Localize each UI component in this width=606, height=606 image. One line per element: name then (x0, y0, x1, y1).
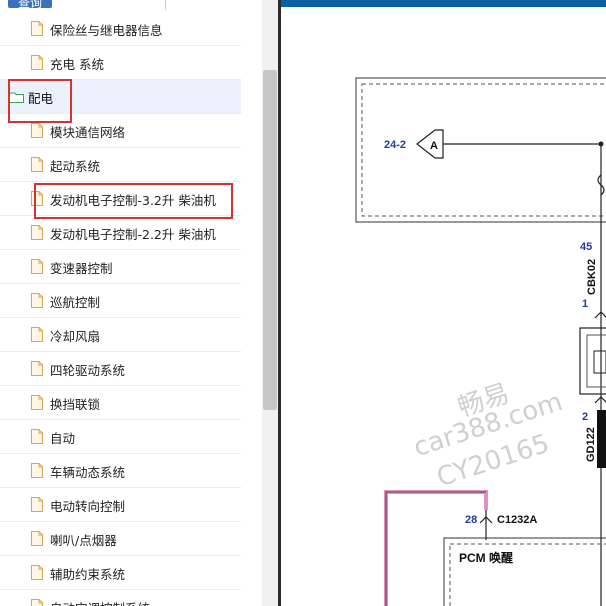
tree-file-item[interactable]: 喇叭/点烟器 (0, 522, 241, 556)
splice-dot (598, 141, 604, 147)
tree-file-item[interactable]: 保险丝与继电器信息 (0, 12, 241, 46)
tree-item-label: 充电 系统 (50, 57, 104, 72)
document-icon (31, 123, 43, 138)
tree-file-item[interactable]: 冷却风扇 (0, 318, 241, 352)
document-icon (31, 21, 43, 36)
component-box (579, 327, 606, 395)
tree-item-label: 自动空调控制系统 (50, 598, 150, 606)
pink-wire (384, 490, 488, 606)
tree-file-item[interactable]: 起动系统 (0, 148, 241, 182)
tree-item-label: 辅助约束系统 (50, 567, 126, 582)
pin-top-label: 45 (580, 241, 592, 253)
tree-item-label: 发动机电子控制-2.2升 柴油机 (50, 227, 216, 242)
tree-item-label: 变速器控制 (50, 261, 113, 276)
tree-file-item[interactable]: 发动机电子控制-2.2升 柴油机 (0, 216, 241, 250)
tree-file-item[interactable]: 车辆动态系统 (0, 454, 241, 488)
tree-file-item[interactable]: 辅助约束系统 (0, 556, 241, 590)
connector-pcm-label: C1232A (497, 514, 537, 526)
tree-item-label: 电动转向控制 (50, 499, 126, 514)
pink-wire-outline (385, 491, 486, 606)
tree-scrollbar[interactable] (262, 0, 278, 606)
tree-file-item[interactable]: 巡航控制 (0, 284, 241, 318)
diagram-viewer: A 24-2 45 CBK02 1 2 GD122 28 C1232A PCM … (281, 0, 606, 606)
reference-label: 24-2 (384, 139, 406, 151)
tree-file-item[interactable]: 换挡联锁 (0, 386, 241, 420)
pin-pcm-label: 28 (465, 514, 477, 526)
document-icon (31, 395, 43, 410)
document-icon (31, 497, 43, 512)
tree-item-label: 起动系统 (50, 159, 101, 174)
connector-low-label: GD122 (585, 427, 597, 462)
document-icon (31, 259, 43, 274)
tree-item-label: 车辆动态系统 (50, 465, 126, 480)
tree-file-item[interactable]: 四轮驱动系统 (0, 352, 241, 386)
document-icon (31, 565, 43, 580)
scrollbar-thumb[interactable] (263, 70, 277, 410)
tree-file-item[interactable]: 自动 (0, 420, 241, 454)
tree-file-item[interactable]: 自动空调控制系统 (0, 590, 241, 606)
document-icon (31, 361, 43, 376)
pin-low-label: 2 (582, 411, 588, 423)
search-bar: 查询 (0, 0, 262, 12)
tree-file-item[interactable]: 电动转向控制 (0, 488, 241, 522)
component-inner (586, 334, 606, 388)
document-icon (31, 429, 43, 444)
tree-item-label: 自动 (50, 431, 76, 446)
tree-file-item[interactable]: 充电 系统 (0, 46, 241, 80)
pin-mid-label: 1 (582, 298, 588, 310)
document-icon (31, 327, 43, 342)
connector-letter: A (430, 140, 438, 152)
highlight-box-folder (8, 79, 72, 123)
query-button[interactable]: 查询 (8, 0, 52, 10)
tree-item-label: 巡航控制 (50, 295, 101, 310)
document-icon (31, 293, 43, 308)
document-icon (31, 157, 43, 172)
tree-file-item[interactable]: 变速器控制 (0, 250, 241, 284)
pcm-module-border (443, 537, 606, 606)
tree-item-label: 保险丝与继电器信息 (50, 23, 163, 38)
tree-item-label: 模块通信网络 (50, 125, 126, 140)
tree-item-label: 四轮驱动系统 (50, 363, 126, 378)
tree-item-label: 冷却风扇 (50, 329, 101, 344)
document-icon (31, 599, 43, 606)
document-icon (31, 463, 43, 478)
tree-item-label: 换挡联锁 (50, 397, 101, 412)
wiring-diagram: A 24-2 45 CBK02 1 2 GD122 28 C1232A PCM … (355, 77, 606, 606)
ground-bar (597, 410, 606, 468)
pcm-module-label: PCM 唤醒 (459, 550, 513, 565)
document-icon (31, 225, 43, 240)
document-icon (31, 55, 43, 70)
component-coil (593, 350, 606, 374)
toolbar-separator (165, 0, 166, 10)
tree-item-label: 喇叭/点烟器 (50, 533, 117, 548)
connector-top-label: CBK02 (586, 259, 598, 295)
highlight-box-engine-control (34, 183, 233, 219)
document-icon (31, 531, 43, 546)
